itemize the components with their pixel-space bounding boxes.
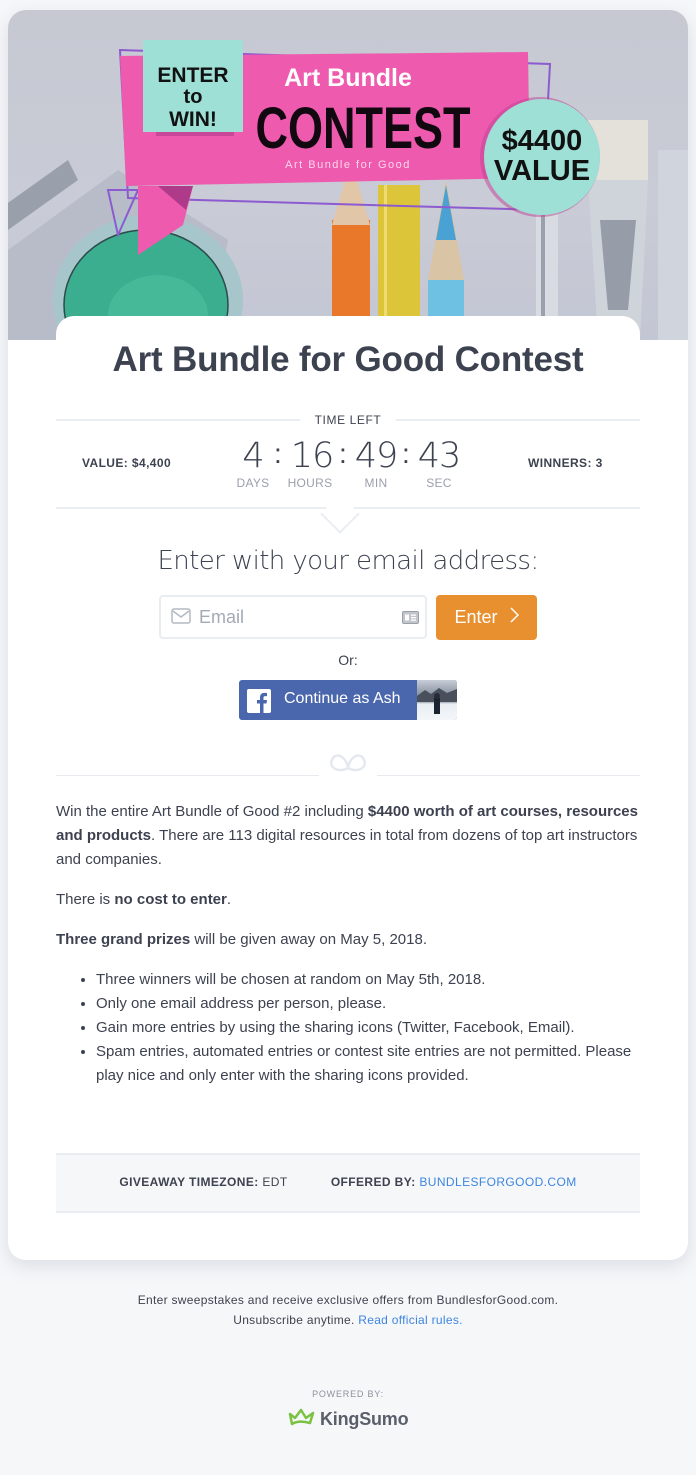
countdown-days: 4: [242, 436, 264, 476]
countdown-hours-label: HOURS: [287, 476, 333, 490]
kingsumo-logo[interactable]: KingSumo: [288, 1408, 409, 1431]
countdown-min-label: MIN: [364, 476, 388, 490]
footer-disclaimer: Enter sweepstakes and receive exclusive …: [0, 1290, 696, 1330]
profile-avatar: [417, 680, 457, 720]
powered-by-label: POWERED BY:: [312, 1389, 384, 1399]
facebook-button-label: Continue as Ash: [284, 690, 401, 707]
winners-stat-value: 3: [595, 456, 603, 470]
footer-line: Enter sweepstakes and receive exclusive …: [137, 1293, 559, 1307]
badge-enter-text: ENTER: [157, 64, 228, 87]
rules-list-item: Spam entries, automated entries or conte…: [96, 1040, 640, 1088]
description-paragraph: Win the entire Art Bundle of Good #2 inc…: [56, 803, 638, 868]
contest-card: ENTER to WIN! Art Bundle CONTEST Art Bun…: [8, 10, 688, 1260]
value-stat-value: $4,400: [131, 456, 172, 470]
entry-heading: Enter with your email address:: [157, 546, 539, 576]
winners-stat-label: WINNERS:: [528, 456, 592, 470]
contact-card-icon[interactable]: [402, 611, 419, 629]
official-rules-link[interactable]: Read official rules.: [358, 1313, 463, 1327]
badge-win-text: WIN!: [169, 108, 217, 131]
enter-button[interactable]: Enter: [436, 595, 537, 640]
value-stat: VALUE: $4,400: [82, 456, 171, 470]
facebook-icon: [247, 689, 271, 713]
countdown-separator: :: [274, 438, 282, 469]
countdown-hours: 16: [290, 436, 335, 476]
pencils-illustration: [332, 160, 464, 340]
countdown-days-label: DAYS: [236, 476, 270, 490]
badge-to-text: to: [184, 86, 203, 108]
rules-list-item: Gain more entries by using the sharing i…: [96, 1016, 640, 1040]
contest-description: Win the entire Art Bundle of Good #2 inc…: [56, 800, 640, 1088]
enter-button-label: Enter: [454, 607, 498, 627]
kingsumo-wordmark: KingSumo: [320, 1409, 409, 1429]
banner-contest-text: CONTEST: [256, 96, 471, 161]
or-label: Or:: [338, 652, 358, 668]
giveaway-info-bar: GIVEAWAY TIMEZONE: EDT OFFERED BY: BUNDL…: [56, 1153, 640, 1213]
paint-palette-illustration: [8, 160, 243, 340]
crown-icon: [288, 1408, 316, 1431]
offered-by-link[interactable]: BUNDLESFORGOOD.COM: [419, 1175, 576, 1189]
value-amount-text: $4400: [502, 125, 583, 157]
timezone-label: GIVEAWAY TIMEZONE:: [119, 1175, 259, 1189]
banner-subtitle-text: Art Bundle for Good: [285, 159, 411, 171]
countdown-sec: 43: [417, 436, 462, 476]
banner-title-text: Art Bundle: [284, 64, 412, 92]
description-paragraph: There is no cost to enter.: [56, 891, 232, 908]
time-left-label: TIME LEFT: [300, 413, 396, 427]
divider-notch: [320, 494, 360, 534]
countdown-separator: :: [402, 438, 410, 469]
email-input[interactable]: [199, 603, 389, 631]
rules-list-item: Three winners will be chosen at random o…: [96, 968, 640, 992]
offered-by-label: OFFERED BY:: [330, 1175, 416, 1189]
rules-list: Three winners will be chosen at random o…: [96, 968, 640, 1088]
contest-title: Art Bundle for Good Contest: [112, 340, 584, 379]
footer-line: Unsubscribe anytime. Read official rules…: [233, 1313, 463, 1327]
facebook-continue-button[interactable]: Continue as Ash: [239, 680, 457, 720]
description-paragraph: Three grand prizes will be given away on…: [56, 931, 428, 948]
envelope-icon: [171, 608, 191, 629]
chevron-right-icon: [509, 607, 519, 628]
countdown-min: 49: [354, 436, 399, 476]
email-field[interactable]: [159, 595, 427, 639]
value-stat-label: VALUE:: [82, 456, 129, 470]
timezone-value: EDT: [262, 1175, 288, 1189]
hero-artwork: ENTER to WIN! Art Bundle CONTEST Art Bun…: [8, 40, 688, 340]
value-label-text: VALUE: [494, 155, 590, 187]
winners-stat: WINNERS: 3: [528, 456, 603, 470]
countdown-sec-label: SEC: [426, 476, 452, 490]
rules-list-item: Only one email address per person, pleas…: [96, 992, 640, 1016]
gift-bow-icon: [319, 746, 377, 781]
countdown-separator: :: [339, 438, 347, 469]
hero-banner-image: ENTER to WIN! Art Bundle CONTEST Art Bun…: [8, 10, 688, 340]
